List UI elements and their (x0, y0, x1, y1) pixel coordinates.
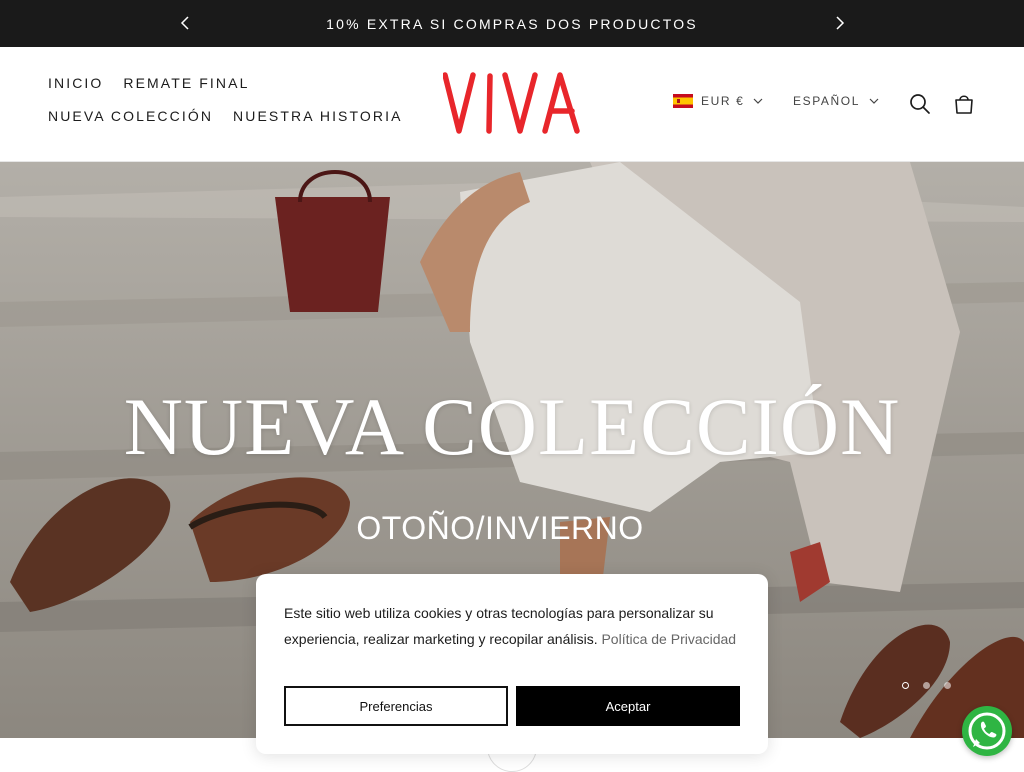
announcement-text: 10% EXTRA SI COMPRAS DOS PRODUCTOS (326, 15, 698, 32)
search-icon[interactable] (908, 92, 932, 116)
nav-item-nuestra-historia[interactable]: NUESTRA HISTORIA (233, 106, 402, 126)
viva-logo[interactable] (443, 67, 583, 139)
slide-dot-2[interactable] (923, 682, 930, 689)
nav-item-nueva-coleccion[interactable]: NUEVA COLECCIÓN (48, 106, 213, 126)
whatsapp-button[interactable] (962, 706, 1012, 756)
main-nav: INICIO REMATE FINAL NUEVA COLECCIÓN NUES… (48, 73, 418, 126)
site-header: INICIO REMATE FINAL NUEVA COLECCIÓN NUES… (0, 47, 1024, 162)
slide-dot-1[interactable] (902, 682, 909, 689)
currency-selector[interactable]: EUR € (673, 94, 764, 108)
announcement-bar: 10% EXTRA SI COMPRAS DOS PRODUCTOS (0, 0, 1024, 47)
language-selector[interactable]: ESPAÑOL (793, 94, 880, 108)
accept-button[interactable]: Aceptar (516, 686, 740, 726)
spain-flag-icon (673, 94, 693, 108)
slide-dot-3[interactable] (944, 682, 951, 689)
whatsapp-icon (968, 712, 1006, 750)
chevron-right-icon[interactable] (830, 14, 848, 32)
hero-subtitle: OTOÑO/INVIERNO (356, 510, 644, 546)
chevron-down-icon (753, 98, 763, 104)
chevron-down-icon (869, 98, 879, 104)
currency-label: EUR € (701, 94, 745, 108)
slideshow-dots (902, 682, 951, 689)
hero-title: NUEVA COLECCIÓN (123, 381, 901, 472)
privacy-policy-link[interactable]: Política de Privacidad (601, 631, 736, 647)
nav-item-inicio[interactable]: INICIO (48, 73, 103, 93)
preferences-button[interactable]: Preferencias (284, 686, 508, 726)
language-label: ESPAÑOL (793, 94, 860, 108)
chevron-left-icon[interactable] (177, 14, 195, 32)
cookie-message: Este sitio web utiliza cookies y otras t… (284, 600, 744, 652)
shopping-bag-icon[interactable] (952, 92, 976, 116)
nav-item-remate-final[interactable]: REMATE FINAL (123, 73, 249, 93)
cookie-banner: Este sitio web utiliza cookies y otras t… (256, 574, 768, 754)
